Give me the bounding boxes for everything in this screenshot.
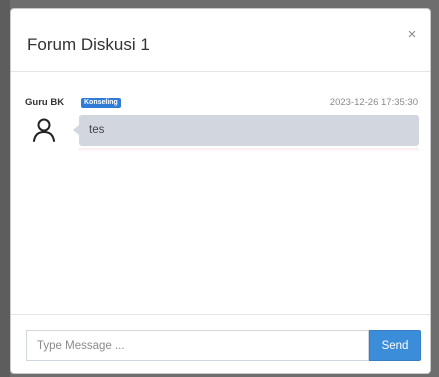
modal-title: Forum Diskusi 1 xyxy=(27,35,150,54)
user-outline-icon xyxy=(31,117,57,143)
bubble-underline xyxy=(79,148,419,152)
close-button[interactable]: × xyxy=(404,27,420,43)
message-sender: Guru BK xyxy=(25,97,65,108)
modal-header: Forum Diskusi 1 × xyxy=(11,9,430,72)
message-bubble: tes xyxy=(73,115,419,146)
avatar-svg xyxy=(33,118,55,142)
role-badge: Konseling xyxy=(81,98,121,108)
forum-modal: Forum Diskusi 1 × Guru BK Konseling 2023… xyxy=(10,8,431,374)
message-meta: Guru BK Konseling 2023-12-26 17:35:30 xyxy=(25,97,418,111)
send-button[interactable]: Send xyxy=(369,330,421,361)
message-text: tes xyxy=(89,124,105,136)
chat-messages: Guru BK Konseling 2023-12-26 17:35:30 te… xyxy=(11,72,430,314)
message-composer: Send xyxy=(11,314,430,373)
message-input[interactable] xyxy=(26,330,369,361)
backdrop xyxy=(0,0,10,377)
message-timestamp: 2023-12-26 17:35:30 xyxy=(329,97,418,108)
